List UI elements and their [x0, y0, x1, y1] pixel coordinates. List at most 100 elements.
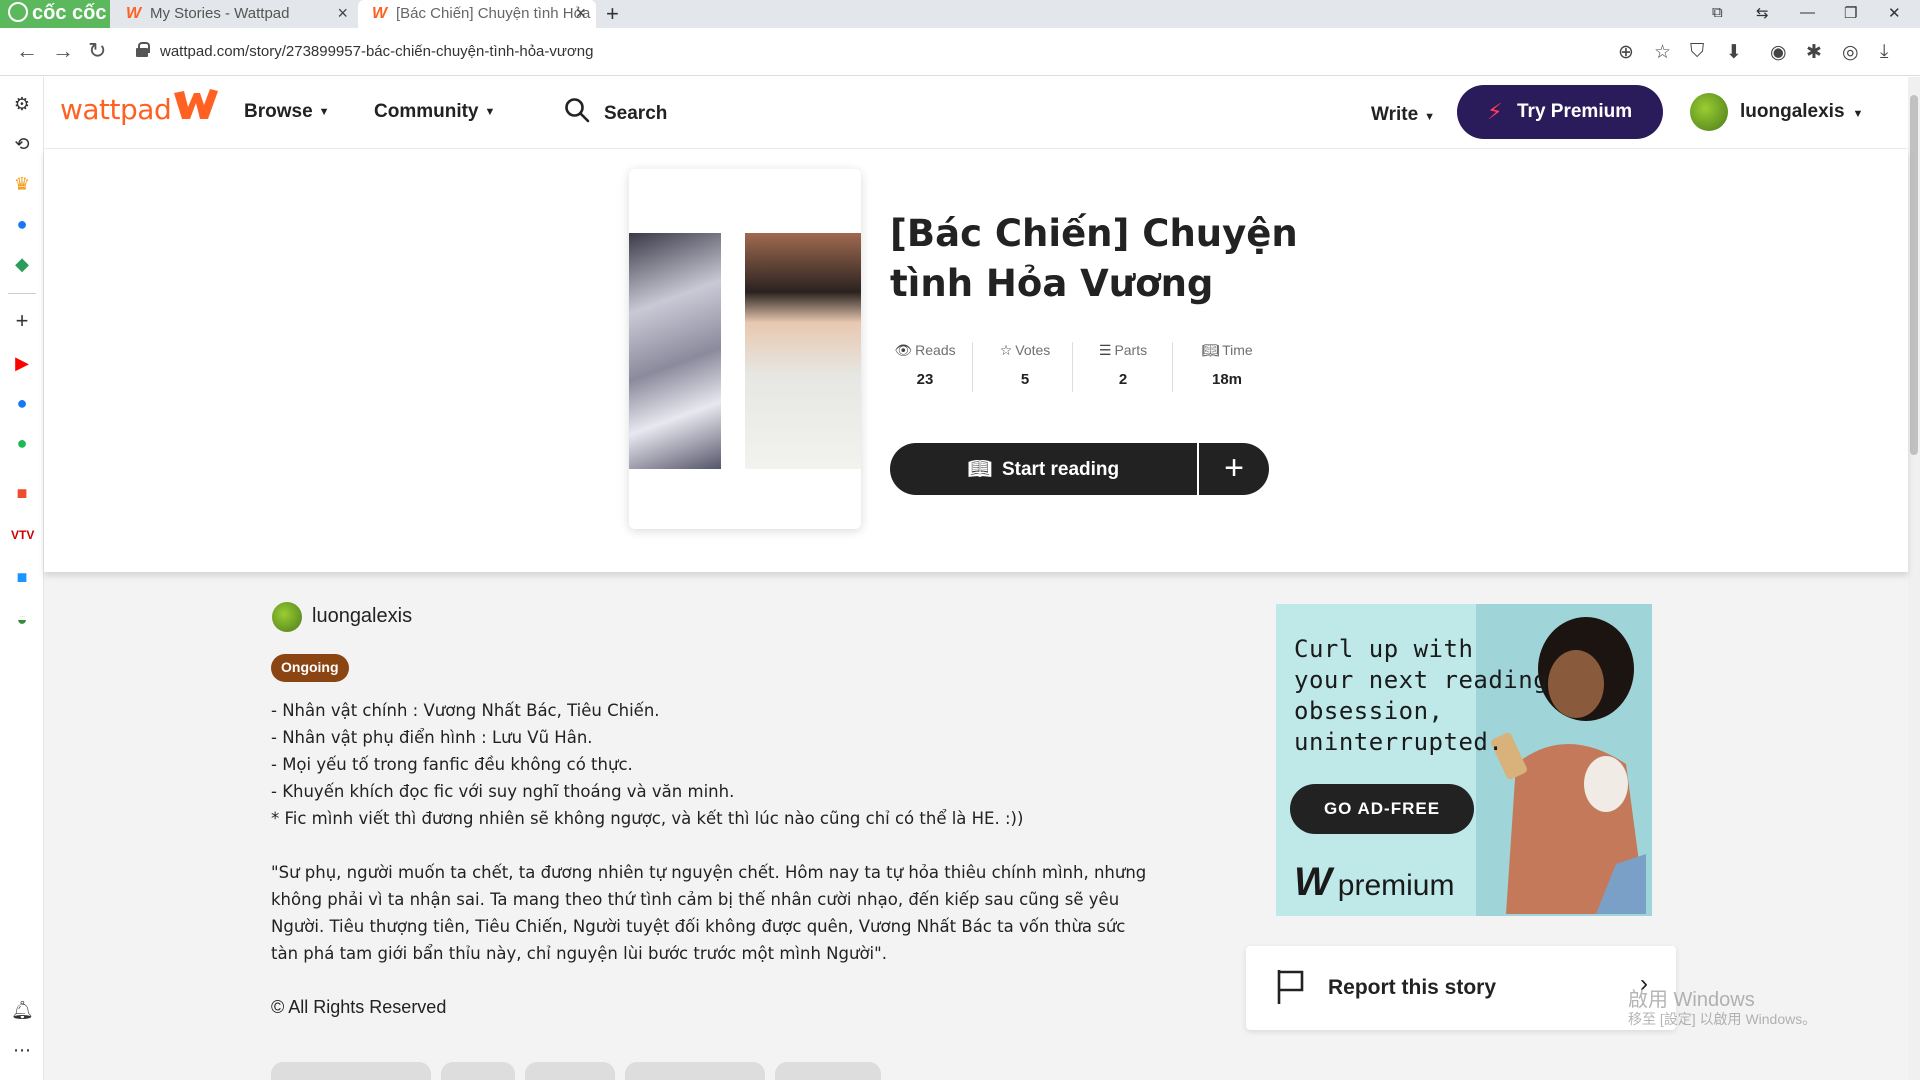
premium-ad[interactable]: Curl up with your next reading obsession… — [1276, 604, 1652, 916]
tag-pill[interactable] — [271, 1062, 431, 1080]
turtle-icon[interactable]: ◒ — [11, 608, 33, 630]
new-tab-icon[interactable]: + — [606, 1, 619, 27]
vtv-icon[interactable]: VTV — [11, 524, 34, 546]
browser-sidebar: ⚙ ⟲ ♛ ● ◆ + ▶ ● ● ■ VTV ■ ◒ 🔔︎ ⋯ — [0, 77, 44, 1080]
quote-line: không phải vì ta nhận sai. Ta mang theo … — [271, 890, 1120, 909]
eye-icon: 👁︎ — [894, 342, 913, 358]
start-reading-label: Start reading — [1001, 459, 1120, 480]
nav-browse[interactable]: Browse ▼ — [244, 101, 330, 123]
back-icon[interactable]: ← — [16, 38, 38, 64]
scrollbar-thumb[interactable] — [1910, 95, 1918, 455]
tag-pill[interactable] — [775, 1062, 881, 1080]
wattpad-w-icon[interactable] — [172, 85, 220, 123]
windows-watermark-title: 啟用 Windows — [1628, 989, 1755, 1011]
crown-icon[interactable]: ♛ — [11, 173, 33, 195]
try-premium-button[interactable]: ⚡︎ Try Premium — [1457, 85, 1663, 139]
search-input[interactable]: Search — [604, 103, 667, 125]
nav-browse-label: Browse — [244, 101, 313, 122]
stat-value: 5 — [1020, 371, 1030, 388]
tab-my-stories[interactable]: W My Stories - Wattpad × — [112, 0, 358, 28]
cover-image-right — [745, 233, 861, 469]
star-icon: ☆ — [999, 342, 1013, 358]
ad-headline-line: Curl up with — [1294, 635, 1474, 663]
gamepad-icon[interactable]: ◆ — [11, 253, 33, 275]
forward-icon[interactable]: → — [52, 38, 74, 64]
quote-line: "Sư phụ, người muốn ta chết, ta đương nh… — [271, 863, 1147, 882]
reload-icon[interactable]: ↻ — [88, 38, 106, 64]
ad-headline: Curl up with your next reading obsession… — [1294, 634, 1554, 758]
settings-icon[interactable]: ⚙ — [11, 93, 33, 115]
search-icon[interactable] — [564, 97, 590, 123]
report-label: Report this story — [1328, 976, 1497, 999]
lock-icon — [136, 42, 150, 57]
cover-image-left — [629, 233, 721, 469]
status-badge: Ongoing — [271, 654, 349, 682]
restore-icon[interactable]: ❐ — [1844, 4, 1857, 22]
zoom-icon[interactable]: ⊕ — [1618, 41, 1634, 64]
caret-down-icon: ▼ — [484, 106, 496, 118]
story-cover[interactable] — [629, 169, 861, 529]
extensions-icon[interactable]: ✱ — [1806, 41, 1822, 64]
stat-label: Votes — [1015, 342, 1051, 358]
browser-brand[interactable]: cốc cốc — [0, 0, 110, 28]
url-text: wattpad.com/story/273899957-bác-chiến-ch… — [160, 43, 594, 60]
add-app-icon[interactable]: + — [11, 310, 33, 332]
history-icon[interactable]: ⟲ — [11, 133, 33, 155]
go-ad-free-button[interactable]: GO AD-FREE — [1290, 784, 1474, 834]
download-ext-icon[interactable]: ⬇ — [1726, 41, 1742, 64]
minimize-icon[interactable]: — — [1800, 4, 1815, 21]
ad-brand-label: premium — [1337, 869, 1455, 902]
facebook-icon[interactable]: ● — [11, 392, 33, 414]
author-avatar[interactable] — [272, 602, 302, 632]
premium-label: Try Premium — [1517, 101, 1633, 122]
tag-pill[interactable] — [625, 1062, 765, 1080]
browser-brand-label: cốc cốc — [32, 2, 107, 24]
book-icon: 📖︎ — [1201, 342, 1220, 358]
close-tab-icon[interactable]: × — [337, 3, 348, 24]
user-menu[interactable]: luongalexis ▼ — [1740, 101, 1863, 123]
sidebar-toggle-icon[interactable]: ⇆ — [1756, 4, 1769, 22]
shopee-icon[interactable]: ■ — [11, 482, 33, 504]
story-description: - Nhân vật chính : Vương Nhất Bác, Tiêu … — [271, 697, 1171, 994]
lightning-icon: ⚡︎ — [1487, 99, 1503, 124]
downloads-icon[interactable]: ⤓ — [1880, 41, 1888, 63]
tab-label: My Stories - Wattpad — [150, 5, 290, 22]
profile-icon[interactable]: ◎ — [1842, 41, 1859, 64]
quote-line: Người. Tiêu thượng tiên, Tiêu Chiến, Ngư… — [271, 917, 1126, 936]
description-line: - Nhân vật chính : Vương Nhất Bác, Tiêu … — [271, 701, 660, 720]
write-menu[interactable]: Write ▼ — [1371, 104, 1435, 126]
coccoc-ext-icon[interactable]: ◉ — [1770, 41, 1787, 64]
nav-community[interactable]: Community ▼ — [374, 101, 495, 123]
story-title: [Bác Chiến] Chuyện tình Hỏa Vương — [890, 212, 1298, 305]
screenshot-icon[interactable]: ⧉ — [1712, 4, 1723, 21]
stat-value: 18m — [1211, 371, 1243, 388]
start-reading-button[interactable]: 📖︎ Start reading — [890, 443, 1197, 495]
wattpad-logo[interactable]: wattpad — [60, 93, 172, 126]
page-scrollbar[interactable] — [1908, 77, 1920, 1080]
tab-story[interactable]: W [Bác Chiến] Chuyện tình Hỏa × — [358, 0, 596, 28]
author-name[interactable]: luongalexis — [312, 605, 412, 628]
report-story-button[interactable]: Report this story › — [1246, 946, 1676, 1030]
url-input[interactable]: wattpad.com/story/273899957-bác-chiến-ch… — [130, 36, 1600, 68]
write-label: Write — [1371, 104, 1419, 125]
notification-bell-icon[interactable]: 🔔︎ — [11, 999, 34, 1021]
add-to-library-button[interactable]: + — [1199, 443, 1269, 495]
shield-icon[interactable]: ⛉ — [1690, 41, 1704, 63]
youtube-icon[interactable]: ▶ — [11, 352, 33, 374]
bookmark-star-icon[interactable]: ☆ — [1654, 41, 1671, 64]
wattpad-favicon-icon: W — [126, 5, 142, 22]
messenger-icon[interactable]: ● — [11, 213, 33, 235]
ad-headline-line: uninterrupted. — [1294, 728, 1504, 756]
wattpad-favicon-icon: W — [372, 5, 388, 22]
description-line: * Fic mình viết thì đương nhiên sẽ không… — [271, 809, 1024, 828]
tag-pill[interactable] — [441, 1062, 515, 1080]
stat-divider — [972, 342, 973, 392]
close-tab-icon[interactable]: × — [575, 3, 586, 24]
more-icon[interactable]: ⋯ — [11, 1039, 33, 1061]
avatar[interactable] — [1690, 93, 1728, 131]
tiki-icon[interactable]: ■ — [11, 566, 33, 588]
spotify-icon[interactable]: ● — [11, 432, 33, 454]
close-window-icon[interactable]: ✕ — [1888, 4, 1901, 22]
tag-pill[interactable] — [525, 1062, 615, 1080]
flag-icon — [1277, 970, 1304, 1004]
